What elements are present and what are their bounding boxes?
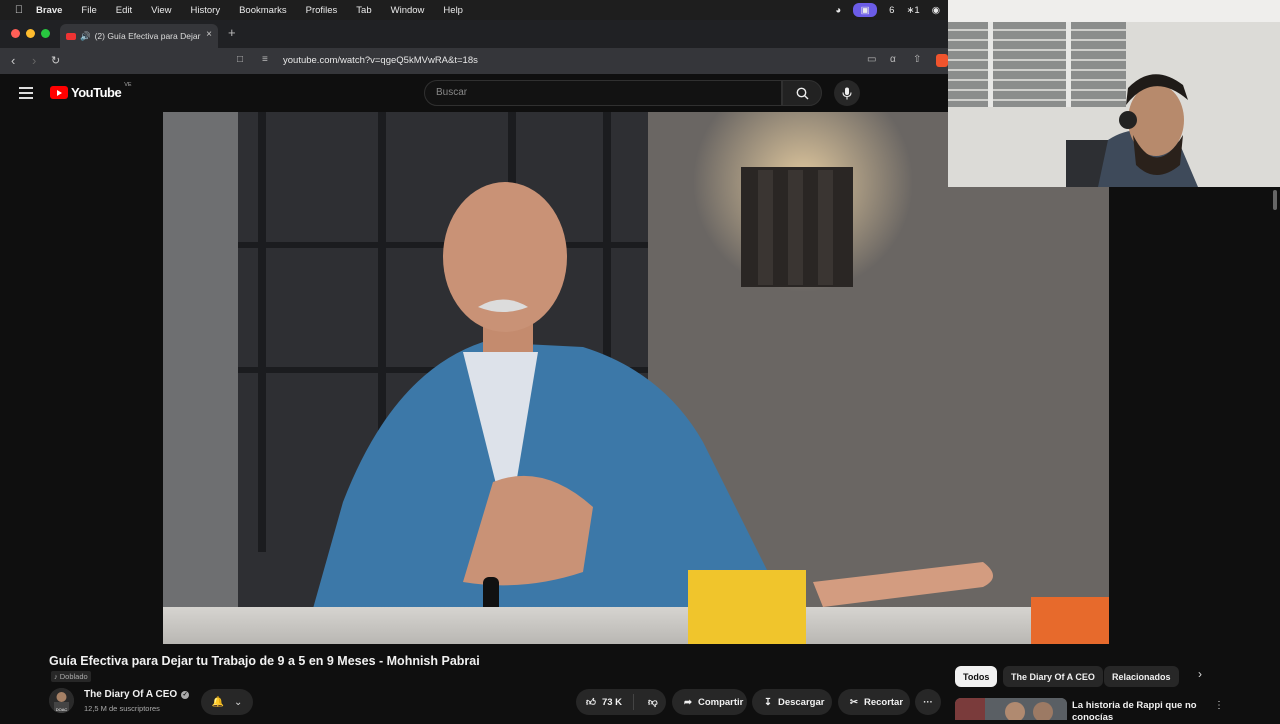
chevron-down-icon: ⌄: [234, 696, 243, 708]
close-window-button[interactable]: [11, 29, 20, 38]
brave-shields-icon[interactable]: [936, 54, 948, 67]
like-count: 73 K: [601, 696, 623, 708]
url-field[interactable]: youtube.com/watch?v=qgeQ5kMVwRA&t=18s: [283, 55, 478, 66]
microphone-icon: [842, 87, 852, 99]
share-arrow-icon: ➦: [684, 696, 692, 708]
subscribed-button[interactable]: 🔔 ⌄: [201, 689, 253, 715]
download-icon: ↧: [764, 696, 772, 708]
dislike-button[interactable]: 👎︎: [640, 696, 658, 708]
hamburger-menu-icon[interactable]: [19, 87, 33, 99]
bookmark-icon[interactable]: □: [237, 54, 243, 65]
recommended-video-title[interactable]: La historia de Rappi que no conocías: [1072, 700, 1197, 724]
browser-toolbar: ‹ › ↻ □ ≡ youtube.com/watch?v=qgeQ5kMVwR…: [0, 48, 948, 74]
minimize-window-button[interactable]: [26, 29, 35, 38]
translate-icon[interactable]: α: [890, 54, 896, 65]
shield-status-icon[interactable]: ◉: [932, 5, 940, 16]
menu-view[interactable]: View: [151, 5, 171, 16]
audio-track-icon: ♪: [54, 672, 58, 681]
thumbs-down-icon: 👎︎: [648, 697, 658, 708]
youtube-play-icon: [50, 86, 68, 99]
menu-bookmarks[interactable]: Bookmarks: [239, 5, 287, 16]
video-frame: [163, 112, 1109, 644]
close-tab-icon[interactable]: ×: [206, 29, 212, 40]
more-horizontal-icon: ···: [923, 696, 933, 708]
youtube-logo[interactable]: YouTube VE: [50, 81, 132, 100]
country-code: VE: [124, 81, 132, 88]
status-extra[interactable]: ∗1: [906, 5, 919, 16]
avatar-label: DOAC: [56, 707, 68, 712]
back-arrow-icon[interactable]: ‹: [11, 53, 15, 68]
search-input[interactable]: Buscar: [424, 80, 782, 106]
youtube-wordmark: YouTube: [71, 85, 122, 100]
avatar-image: DOAC: [49, 688, 74, 713]
menu-profiles[interactable]: Profiles: [306, 5, 338, 16]
youtube-favicon: [66, 32, 76, 40]
channel-name-text[interactable]: The Diary Of A CEO: [84, 689, 177, 700]
share-label: Compartir: [697, 696, 744, 708]
page-scrollbar[interactable]: [1273, 190, 1277, 210]
menu-help[interactable]: Help: [443, 5, 463, 16]
video-player[interactable]: [163, 112, 1109, 644]
search-icon: [796, 87, 808, 99]
apple-icon[interactable]: : [12, 4, 26, 16]
menu-app-name[interactable]: Brave: [36, 5, 62, 16]
share-icon[interactable]: ⇧: [913, 54, 921, 65]
screen-recorder-icon[interactable]: ▣: [853, 3, 878, 17]
like-dislike-group: 👍︎ 73 K 👎︎: [576, 689, 666, 715]
cast-icon[interactable]: ▭: [867, 54, 876, 65]
chip-channel[interactable]: The Diary Of A CEO: [1003, 666, 1103, 687]
menu-file[interactable]: File: [81, 5, 96, 16]
browser-tab-bar: 🔊 (2) Guía Efectiva para Dejar × +: [0, 20, 948, 48]
verified-badge-icon: ✓: [181, 690, 190, 699]
sidebar-area: [1109, 187, 1280, 644]
scissors-icon: ✂: [850, 696, 858, 708]
tab-title: (2) Guía Efectiva para Dejar: [94, 31, 201, 41]
bell-icon: 🔔: [211, 696, 225, 708]
voice-search-button[interactable]: [834, 80, 860, 106]
status-app-icon[interactable]: ◕: [835, 5, 841, 16]
dubbed-label: Doblado: [59, 672, 88, 681]
share-button[interactable]: ➦ Compartir: [672, 689, 747, 715]
subscriber-count: 12,5 M de suscriptores: [84, 704, 160, 713]
chevron-right-icon[interactable]: ›: [1198, 667, 1202, 681]
recommended-video-thumbnail[interactable]: [955, 698, 1067, 720]
download-label: Descargar: [777, 696, 825, 708]
webcam-overlay: [948, 0, 1280, 187]
channel-name[interactable]: The Diary Of A CEO ✓: [84, 689, 190, 700]
youtube-header: YouTube VE Buscar: [0, 74, 948, 112]
status-number[interactable]: 6: [889, 5, 894, 16]
menu-tab[interactable]: Tab: [356, 5, 371, 16]
maximize-window-button[interactable]: [41, 29, 50, 38]
forward-arrow-icon[interactable]: ›: [32, 53, 36, 68]
speaker-icon[interactable]: 🔊: [80, 31, 91, 42]
search-button[interactable]: [782, 80, 822, 106]
menu-window[interactable]: Window: [391, 5, 425, 16]
clip-button[interactable]: ✂ Recortar: [838, 689, 910, 715]
new-tab-button[interactable]: +: [228, 25, 236, 40]
reload-icon[interactable]: ↻: [51, 54, 60, 67]
menu-history[interactable]: History: [191, 5, 221, 16]
video-title: Guía Efectiva para Dejar tu Trabajo de 9…: [49, 654, 480, 668]
browser-tab-active[interactable]: 🔊 (2) Guía Efectiva para Dejar ×: [60, 24, 218, 48]
menu-edit[interactable]: Edit: [116, 5, 132, 16]
thumbnail-image: [955, 698, 1067, 720]
site-settings-icon[interactable]: ≡: [262, 54, 268, 65]
dubbed-badge: ♪ Doblado: [51, 671, 91, 682]
like-button[interactable]: 👍︎ 73 K: [576, 694, 634, 710]
chip-todos[interactable]: Todos: [955, 666, 998, 687]
download-button[interactable]: ↧ Descargar: [752, 689, 832, 715]
thumbs-up-icon: 👍︎: [586, 697, 596, 708]
more-actions-button[interactable]: ···: [915, 689, 941, 715]
channel-avatar[interactable]: DOAC: [49, 688, 74, 713]
more-vertical-icon[interactable]: ⋮: [1214, 700, 1224, 711]
chip-related[interactable]: Relacionados: [1104, 666, 1179, 687]
webcam-feed: [948, 0, 1280, 187]
clip-label: Recortar: [863, 696, 904, 708]
